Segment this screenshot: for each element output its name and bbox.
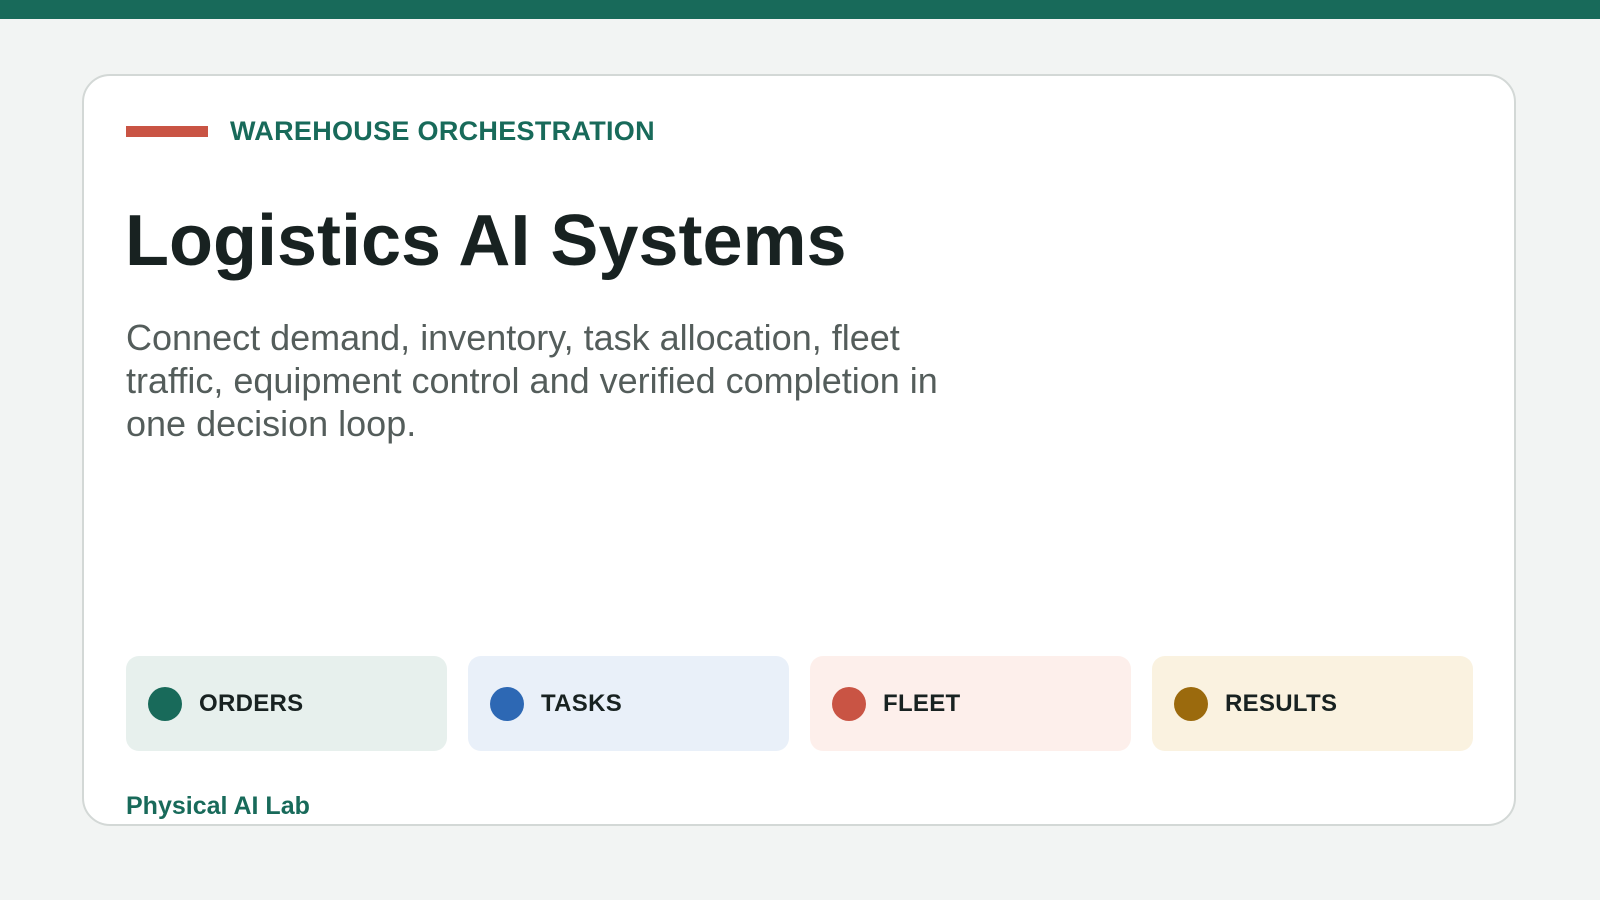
title-card: WAREHOUSE ORCHESTRATION Logistics AI Sys… bbox=[82, 74, 1516, 826]
results-dot-icon bbox=[1174, 686, 1208, 721]
footer-brand: Physical AI Lab bbox=[126, 792, 310, 820]
top-accent-bar bbox=[0, 0, 1600, 19]
stage-chip-label: FLEET bbox=[883, 689, 961, 717]
stage-chip-label: RESULTS bbox=[1225, 689, 1338, 717]
stage-chip-label: ORDERS bbox=[199, 689, 304, 717]
stage-chip-row: ORDERS TASKS FLEET RESULTS bbox=[126, 656, 1473, 751]
orders-dot-icon bbox=[148, 686, 182, 721]
page-subtitle: Connect demand, inventory, task allocati… bbox=[126, 317, 938, 444]
eyebrow: WAREHOUSE ORCHESTRATION bbox=[126, 115, 655, 146]
tasks-dot-icon bbox=[490, 686, 524, 721]
stage-chip-label: TASKS bbox=[541, 689, 623, 717]
eyebrow-label: WAREHOUSE ORCHESTRATION bbox=[230, 115, 655, 146]
stage-chip-orders: ORDERS bbox=[126, 656, 447, 751]
stage-chip-results: RESULTS bbox=[1152, 656, 1473, 751]
eyebrow-rule bbox=[126, 125, 208, 137]
stage-chip-tasks: TASKS bbox=[468, 656, 789, 751]
fleet-dot-icon bbox=[832, 686, 866, 721]
page-title: Logistics AI Systems bbox=[125, 201, 847, 281]
stage-chip-fleet: FLEET bbox=[810, 656, 1131, 751]
